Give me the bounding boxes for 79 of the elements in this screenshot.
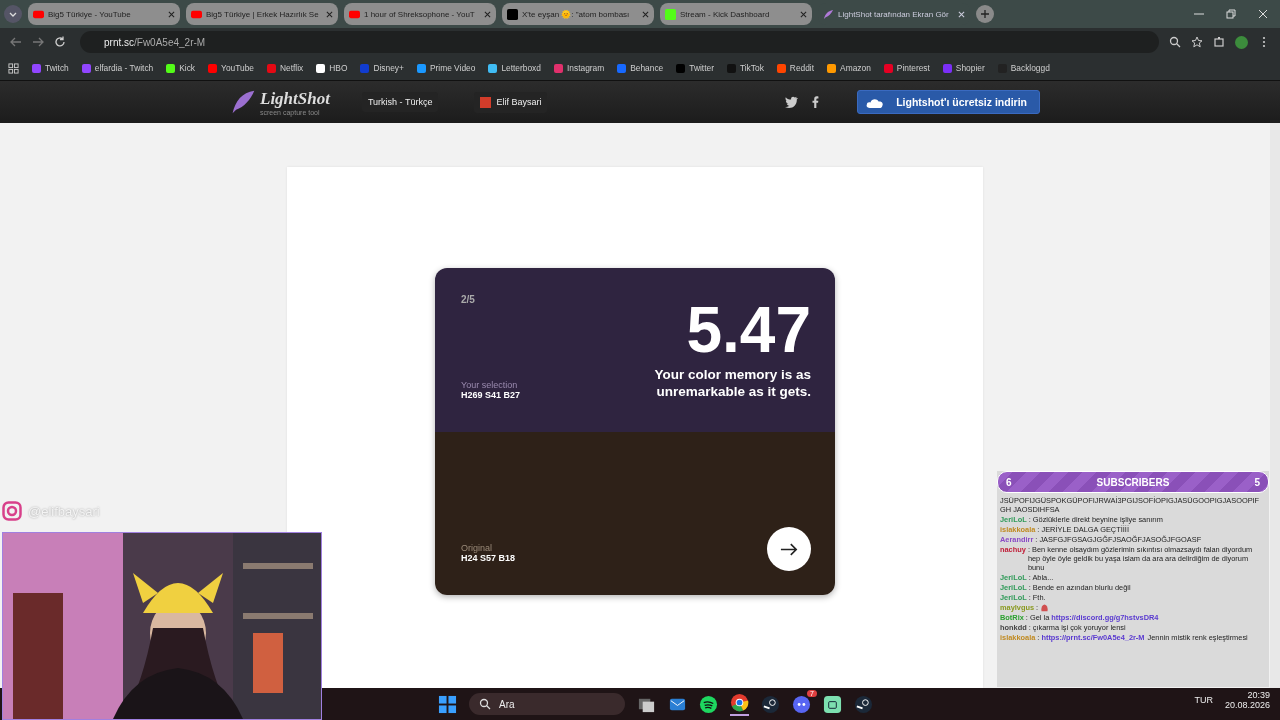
restore-icon[interactable] [1226,9,1236,19]
star-icon[interactable] [1191,36,1203,48]
chat-title: SUBSCRIBERS [1096,476,1170,488]
clock-date[interactable]: 20.08.2026 [1224,700,1270,710]
result-message: Your color memory is as unremarkable as it gets. [653,365,811,400]
steam-icon[interactable] [854,694,873,714]
browser-tab[interactable]: Big5 Türkiye | Erkek Hazırlık Se [186,3,338,25]
site-icon [823,8,834,20]
bookmark[interactable]: Reddit [776,63,815,73]
logo-text: LightShot [260,88,330,109]
bookmark[interactable]: elfardia - Twitch [81,63,154,73]
bookmark[interactable]: TikTok [726,63,764,73]
language-dropdown[interactable]: Turkish - Türkçe [361,92,439,112]
bookmark[interactable]: Letterboxd [488,63,541,73]
browser-tab[interactable]: 1 hour of Shreksophone - YouT [344,3,496,25]
profile-avatar[interactable] [1235,35,1248,49]
address-bar[interactable]: prnt.sc/Fw0A5e4_2r-M [80,31,1159,53]
bookmark[interactable]: Twitch [32,63,69,73]
windows-start-icon[interactable] [438,694,457,714]
browser-tab[interactable]: Big5 Türkiye - YouTube [28,3,180,25]
close-icon[interactable] [800,10,807,18]
bookmark[interactable]: Kick [166,63,196,73]
bookmark[interactable]: Pinterest [883,63,930,73]
browser-tab[interactable]: Stream - Kick Dashboard [660,3,812,25]
tab-list-button[interactable] [4,5,22,23]
twitter-icon[interactable] [785,96,799,108]
browser-tab[interactable]: X'te eyşan 🌞: "atom bombası [502,3,654,25]
bookmark[interactable]: Backloggd [997,63,1050,73]
bookmark[interactable]: Behance [617,63,664,73]
bookmark[interactable]: Amazon [827,63,871,73]
arrow-right-icon [780,542,798,556]
back-icon[interactable] [10,36,22,48]
bookmark[interactable]: Shopier [942,63,985,73]
site-icon [349,8,360,20]
zoom-icon[interactable] [1169,36,1181,48]
keyboard-language[interactable]: TUR [1194,695,1213,705]
new-tab-button[interactable] [976,5,994,23]
apps-icon[interactable] [8,62,19,74]
close-icon[interactable] [642,10,649,18]
score: 5.47 [686,302,811,358]
bookmark[interactable]: Instagram [553,63,605,73]
site-icon [665,8,676,20]
color-value: H269 S41 B27 [461,389,521,400]
site-icon [191,8,202,20]
download-button[interactable]: Lightshot'ı ücretsiz indirin [857,90,1040,114]
bookmark[interactable]: Twitter [676,63,714,73]
chrome-icon[interactable] [730,692,749,716]
subscriber-count: 5 [1254,476,1260,488]
chat-app-icon[interactable] [792,694,811,714]
color-label: Your selection [461,379,519,390]
bookmark[interactable]: Disney+ [360,63,404,73]
bookmark[interactable]: Netflix [267,63,304,73]
forward-icon[interactable] [32,36,44,48]
facebook-icon[interactable] [812,96,820,108]
round-counter: 2/5 [461,294,475,305]
color-label: Original [461,543,493,553]
next-button[interactable] [767,527,811,571]
bookmark[interactable]: Prime Video [416,63,476,73]
taskbar-search[interactable]: Ara [469,693,625,715]
bookmark[interactable]: HBO [316,63,348,73]
extensions-icon[interactable] [1213,36,1225,48]
site-icon [507,8,518,20]
scrollbar[interactable] [1270,123,1280,688]
reload-icon[interactable] [54,36,66,48]
site-icon [33,8,44,20]
user-menu[interactable]: Elif Baysari [474,91,548,113]
clock-time[interactable]: 20:39 [1247,690,1270,700]
close-icon[interactable] [484,10,491,18]
search-icon [479,698,491,710]
subscriber-count: 6 [1006,476,1012,488]
bookmark[interactable]: YouTube [208,63,254,73]
search-placeholder: Ara [499,698,515,710]
instagram-icon [2,501,22,521]
color-value: H24 S57 B18 [461,553,516,563]
close-icon[interactable] [168,10,175,18]
steam-icon[interactable] [761,694,780,714]
close-icon[interactable] [326,10,333,18]
spotify-icon[interactable] [699,694,718,714]
emote-icon [1040,603,1050,612]
